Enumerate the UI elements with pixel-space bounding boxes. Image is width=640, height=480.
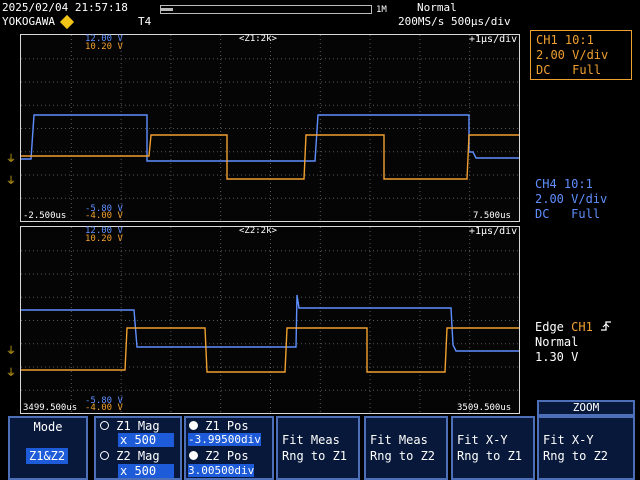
ch4-info-box[interactable]: CH4 10:1 2.00 V/div DC Full <box>530 175 632 225</box>
timebase: 200MS/s 500µs/div <box>398 15 511 28</box>
ch4-level-marker: ⏚ <box>6 154 16 165</box>
record-bar <box>160 5 372 14</box>
mode-value: Z1&Z2 <box>26 448 69 464</box>
fit-meas-z2-line2: Rng to Z2 <box>370 449 436 463</box>
z1-pos-value: -3.99500div <box>188 433 261 446</box>
rising-edge-icon <box>600 320 612 335</box>
fit-xy-z1-line2: Rng to Z1 <box>457 449 523 463</box>
zoom2-plot[interactable]: 12.00 V 10.20 V <Z2:2k> +1µs/div -5.80 V… <box>20 226 520 414</box>
ch1-trace-zoom2 <box>21 327 519 373</box>
z2-mag-knob-icon <box>100 451 109 460</box>
trigger-level: 1.30 V <box>535 350 579 364</box>
trigger-position-marker: T4 <box>138 15 152 28</box>
z2-mag-value: x 500 <box>118 464 175 478</box>
graticule <box>21 227 518 412</box>
ch4-name: CH4 <box>535 177 557 191</box>
datetime: 2025/02/04 21:57:18 <box>2 1 128 14</box>
acq-mode: Normal <box>417 1 457 14</box>
ch4-level-marker-2: ⏚ <box>6 346 16 357</box>
fit-meas-z2-softkey[interactable]: Fit Meas Rng to Z2 <box>364 416 448 480</box>
zoom2-ch1-top: 10.20 V <box>85 234 123 244</box>
brand-label: YOKOGAWA <box>2 15 55 28</box>
ch1-info-box[interactable]: CH1 10:1 2.00 V/div DC Full <box>530 30 632 80</box>
graticule <box>21 35 518 220</box>
ch4-vdiv: 2.00 V/div <box>535 192 608 206</box>
ch4-bandwidth: Full <box>571 207 601 221</box>
zoom2-time-left: 3499.500us <box>23 403 78 413</box>
ch1-level-marker: ⏚ <box>6 176 16 187</box>
pos-softkey[interactable]: Z1 Pos -3.99500div Z2 Pos 3.00500div <box>184 416 274 480</box>
zoom2-ch1-bottom: -4.00 V <box>85 403 123 413</box>
trigger-info[interactable]: Edge CH1 Normal 1.30 V <box>530 318 636 368</box>
zoom2-title: <Z2:2k> <box>239 226 277 236</box>
z2-mag-label: Z2 Mag <box>116 449 160 463</box>
zoom1-scale: +1µs/div <box>469 34 518 45</box>
fit-meas-z1-line2: Rng to Z1 <box>282 449 348 463</box>
ch4-coupling: DC <box>535 207 550 221</box>
z1-pos-knob-icon <box>189 421 198 430</box>
zoom1-waveform-area <box>21 35 519 220</box>
mode-softkey[interactable]: Mode Z1&Z2 <box>8 416 88 480</box>
ch1-coupling: DC <box>536 63 551 77</box>
fit-xy-z2-line1: Fit X-Y <box>543 433 594 447</box>
z1-mag-label: Z1 Mag <box>116 419 160 433</box>
fit-xy-z2-line2: Rng to Z2 <box>543 449 609 463</box>
z1-pos-label: Z1 Pos <box>205 419 249 433</box>
mag-softkey[interactable]: Z1 Mag x 500 Z2 Mag x 500 <box>94 416 182 480</box>
trigger-source: CH1 <box>571 320 593 334</box>
zoom-menu-title: ZOOM <box>537 400 635 416</box>
ch1-level-marker-2: ⏚ <box>6 368 16 379</box>
ch1-probe: 10:1 <box>564 33 594 47</box>
run-status-icon <box>59 14 75 30</box>
ch4-trace-zoom1 <box>21 114 519 162</box>
fit-xy-z1-softkey[interactable]: Fit X-Y Rng to Z1 <box>451 416 535 480</box>
z2-pos-knob-icon <box>189 451 198 460</box>
ch1-bandwidth: Full <box>572 63 602 77</box>
z2-pos-label: Z2 Pos <box>205 449 249 463</box>
z1-mag-value: x 500 <box>118 433 175 447</box>
zoom1-plot[interactable]: 12.00 V 10.20 V <Z1:2k> +1µs/div -5.80 V… <box>20 34 520 222</box>
record-length: 1M <box>376 5 387 15</box>
z2-pos-value: 3.00500div <box>188 464 255 477</box>
ch4-probe: 10:1 <box>563 177 593 191</box>
fit-meas-z2-line1: Fit Meas <box>370 433 428 447</box>
zoom1-ch1-top: 10.20 V <box>85 42 123 52</box>
fit-xy-z2-softkey[interactable]: Fit X-Y Rng to Z2 <box>537 416 635 480</box>
zoom2-scale: +1µs/div <box>469 226 518 237</box>
fit-meas-z1-softkey[interactable]: Fit Meas Rng to Z1 <box>276 416 360 480</box>
z1-mag-knob-icon <box>100 421 109 430</box>
zoom2-time-right: 3509.500us <box>457 403 512 413</box>
zoom1-time-left: -2.500us <box>23 211 67 221</box>
trigger-mode: Normal <box>535 335 579 349</box>
ch1-name: CH1 <box>536 33 558 47</box>
fit-meas-z1-line1: Fit Meas <box>282 433 340 447</box>
zoom1-title: <Z1:2k> <box>239 34 277 44</box>
zoom1-time-right: 7.500us <box>473 211 511 221</box>
zoom2-waveform-area <box>21 227 519 412</box>
zoom1-ch1-bottom: -4.00 V <box>85 211 123 221</box>
fit-xy-z1-line1: Fit X-Y <box>457 433 508 447</box>
mode-label: Mode <box>33 420 63 434</box>
trigger-type: Edge <box>535 320 564 334</box>
ch1-vdiv: 2.00 V/div <box>536 48 609 62</box>
ch1-trace-zoom1 <box>21 134 519 180</box>
